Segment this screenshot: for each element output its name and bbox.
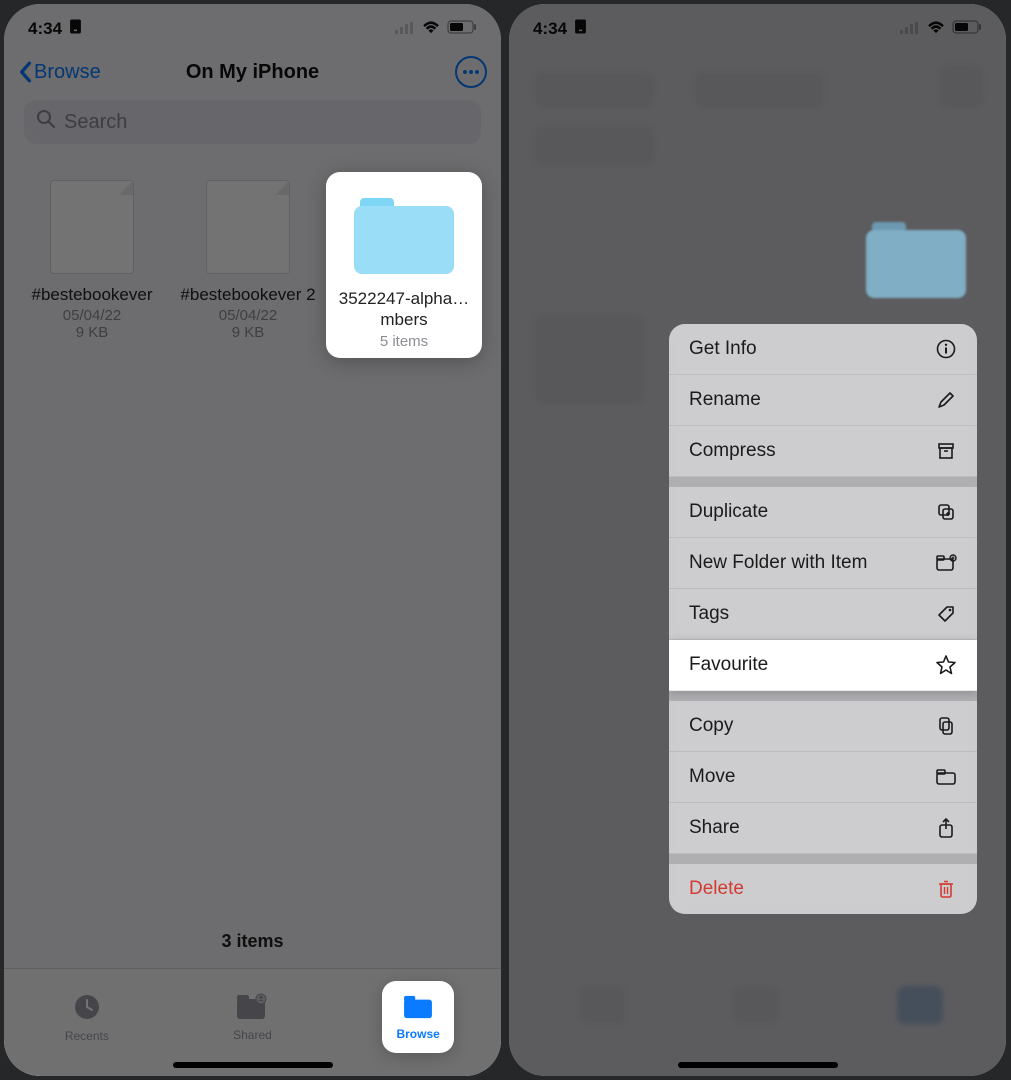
menu-new-folder[interactable]: New Folder with Item [669, 538, 977, 589]
rotation-lock-icon [573, 18, 588, 40]
file-size: 9 KB [178, 324, 318, 341]
menu-copy[interactable]: Copy [669, 701, 977, 752]
info-icon [935, 338, 957, 360]
folder-icon [354, 198, 454, 274]
back-button[interactable]: Browse [18, 61, 101, 84]
folder-icon [866, 222, 966, 298]
menu-share[interactable]: Share [669, 803, 977, 854]
status-bar: 4:34 [509, 4, 1006, 48]
menu-get-info[interactable]: Get Info [669, 324, 977, 375]
context-menu: Get Info Rename Compress Duplicate New [669, 324, 977, 914]
file-name: #bestebookever 2 [178, 284, 318, 305]
screenshot-right: 4:34 Get Info [509, 4, 1006, 1076]
shared-folder-icon [235, 993, 269, 1024]
copy-icon [935, 715, 957, 737]
tab-bar: Recents Shared Browse [4, 968, 501, 1076]
status-bar: 4:34 [4, 4, 501, 48]
duplicate-icon [935, 501, 957, 523]
menu-favourite[interactable]: Favourite [669, 640, 977, 691]
search-placeholder: Search [64, 111, 127, 134]
file-doc-icon [50, 180, 134, 274]
tab-recents[interactable]: Recents [27, 981, 147, 1053]
folder-icon [401, 994, 435, 1023]
home-indicator[interactable] [678, 1062, 838, 1068]
status-time: 4:34 [28, 19, 62, 39]
menu-rename[interactable]: Rename [669, 375, 977, 426]
file-date: 05/04/22 [178, 307, 318, 324]
nav-bar: Browse On My iPhone [4, 48, 501, 96]
selected-folder-preview [851, 204, 981, 312]
share-icon [935, 817, 957, 839]
search-input[interactable]: Search [24, 100, 481, 144]
file-size: 9 KB [22, 324, 162, 341]
wifi-icon [421, 19, 441, 39]
file-item[interactable]: #bestebookever 05/04/22 9 KB [14, 172, 170, 358]
signal-icon [395, 19, 415, 39]
folder-name: 3522247-alpha…mbers [334, 288, 474, 331]
file-doc-icon [206, 180, 290, 274]
signal-icon [900, 19, 920, 39]
status-time: 4:34 [533, 19, 567, 39]
screenshot-left: 4:34 Browse On My iPhone [4, 4, 501, 1076]
battery-icon [447, 19, 477, 39]
tab-browse[interactable]: Browse [358, 981, 478, 1053]
star-icon [935, 654, 957, 676]
menu-move[interactable]: Move [669, 752, 977, 803]
menu-compress[interactable]: Compress [669, 426, 977, 477]
clock-icon [72, 992, 102, 1025]
item-count: 3 items [4, 931, 501, 952]
wifi-icon [926, 19, 946, 39]
archive-icon [935, 440, 957, 462]
tag-icon [935, 603, 957, 625]
file-grid: #bestebookever 05/04/22 9 KB #bestebooke… [4, 152, 501, 358]
back-label: Browse [34, 61, 101, 84]
file-item[interactable]: #bestebookever 2 05/04/22 9 KB [170, 172, 326, 358]
folder-meta: 5 items [334, 333, 474, 350]
tab-shared[interactable]: Shared [192, 981, 312, 1053]
file-name: #bestebookever [22, 284, 162, 305]
home-indicator[interactable] [173, 1062, 333, 1068]
folder-item-selected[interactable]: 3522247-alpha…mbers 5 items [326, 172, 482, 358]
file-date: 05/04/22 [22, 307, 162, 324]
menu-delete[interactable]: Delete [669, 864, 977, 914]
new-folder-icon [935, 552, 957, 574]
rotation-lock-icon [68, 18, 83, 40]
menu-duplicate[interactable]: Duplicate [669, 487, 977, 538]
search-icon [36, 109, 56, 135]
move-folder-icon [935, 766, 957, 788]
pencil-icon [935, 389, 957, 411]
battery-icon [952, 19, 982, 39]
trash-icon [935, 878, 957, 900]
more-button[interactable] [455, 56, 487, 88]
menu-tags[interactable]: Tags [669, 589, 977, 640]
